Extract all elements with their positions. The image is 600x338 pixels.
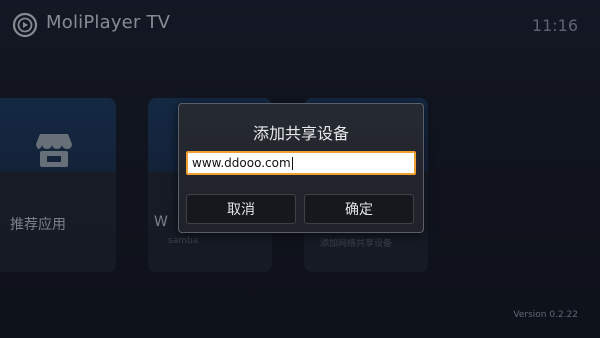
address-input[interactable]: www.ddooo.com [186, 151, 416, 175]
cancel-button-label: 取消 [227, 202, 255, 218]
cancel-button[interactable]: 取消 [186, 194, 296, 224]
address-input-value: www.ddooo.com [192, 156, 291, 170]
text-caret [291, 157, 293, 170]
add-share-dialog: 添加共享设备 www.ddooo.com 取消 确定 [178, 103, 424, 233]
confirm-button[interactable]: 确定 [304, 194, 414, 224]
version-label: Version 0.2.22 [513, 310, 578, 320]
dialog-title: 添加共享设备 [252, 124, 349, 143]
confirm-button-label: 确定 [345, 202, 373, 218]
